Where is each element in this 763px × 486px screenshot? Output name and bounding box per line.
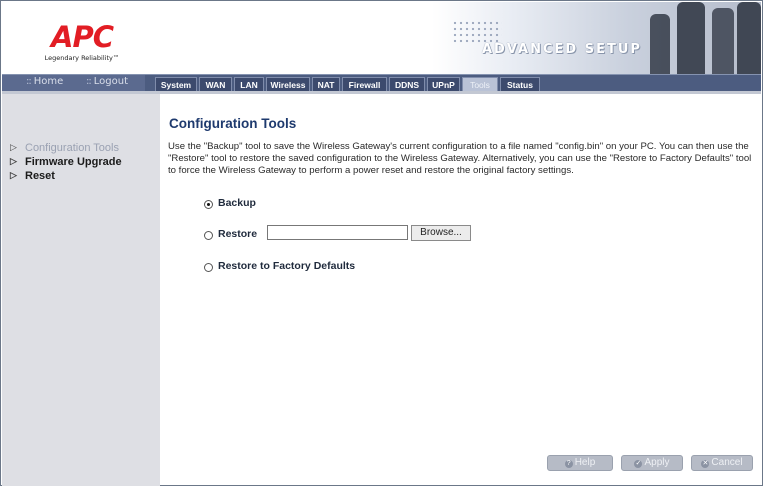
tab-system[interactable]: System xyxy=(155,77,197,91)
dot-pattern xyxy=(452,20,502,44)
home-link[interactable]: :: Home xyxy=(26,76,63,87)
backup-label: Backup xyxy=(218,197,256,209)
restore-file-input[interactable] xyxy=(267,225,408,240)
factory-defaults-radio[interactable] xyxy=(204,263,213,272)
advanced-setup-label: ADVANCED SETUP xyxy=(482,42,642,57)
tab-tools[interactable]: Tools xyxy=(462,77,498,91)
header-banner: APC Legendary Reliability™ ADVANCED SETU… xyxy=(2,2,761,74)
sidebar-item-label: Firmware Upgrade xyxy=(25,156,122,168)
check-icon: ✓ xyxy=(634,460,643,468)
tab-upnp[interactable]: UPnP xyxy=(427,77,460,91)
arrow-bullet-icon: ▷ xyxy=(10,156,17,166)
photo-figure xyxy=(650,14,670,74)
help-button[interactable]: ? Help xyxy=(547,455,613,471)
tab-lan[interactable]: LAN xyxy=(234,77,264,91)
page-frame: APC Legendary Reliability™ ADVANCED SETU… xyxy=(0,0,763,486)
help-icon: ? xyxy=(564,460,573,468)
main-content: Configuration Tools Use the "Backup" too… xyxy=(168,94,759,486)
factory-defaults-label: Restore to Factory Defaults xyxy=(218,260,356,272)
tab-wan[interactable]: WAN xyxy=(199,77,232,91)
top-navigation: :: Home :: Logout System WAN LAN Wireless … xyxy=(2,74,761,91)
sidebar-item-reset[interactable]: ▷ Reset xyxy=(10,170,55,182)
tab-ddns[interactable]: DDNS xyxy=(389,77,425,91)
arrow-bullet-icon: ▷ xyxy=(10,170,17,180)
photo-figure xyxy=(737,2,761,74)
browse-button[interactable]: Browse... xyxy=(411,225,471,241)
sidebar-item-label: Configuration Tools xyxy=(25,142,119,154)
page-title: Configuration Tools xyxy=(169,116,297,131)
header-photo: ADVANCED SETUP xyxy=(432,2,761,74)
tab-firewall[interactable]: Firewall xyxy=(342,77,387,91)
logo-tagline: Legendary Reliability™ xyxy=(44,54,120,62)
sidebar-item-label: Reset xyxy=(25,170,55,182)
logout-link[interactable]: :: Logout xyxy=(86,76,128,87)
photo-figure xyxy=(712,8,734,74)
cancel-button[interactable]: ✕ Cancel xyxy=(691,455,753,471)
restore-radio[interactable] xyxy=(204,231,213,240)
backup-radio[interactable] xyxy=(204,200,213,209)
tab-status[interactable]: Status xyxy=(500,77,540,91)
sidebar-item-configuration-tools[interactable]: ▷ Configuration Tools xyxy=(10,142,119,154)
tab-wireless[interactable]: Wireless xyxy=(266,77,310,91)
sidebar-item-firmware-upgrade[interactable]: ▷ Firmware Upgrade xyxy=(10,156,122,168)
logo-text: APC xyxy=(51,20,114,54)
description-text: Use the "Backup" tool to save the Wirele… xyxy=(168,141,752,177)
apply-button[interactable]: ✓ Apply xyxy=(621,455,683,471)
tab-nat[interactable]: NAT xyxy=(312,77,340,91)
restore-label: Restore xyxy=(218,228,258,240)
nav-left-section: :: Home :: Logout xyxy=(2,75,145,91)
arrow-bullet-icon: ▷ xyxy=(10,142,17,152)
close-icon: ✕ xyxy=(701,460,710,468)
photo-figure xyxy=(677,2,705,74)
sidebar: ▷ Configuration Tools ▷ Firmware Upgrade… xyxy=(2,94,160,486)
